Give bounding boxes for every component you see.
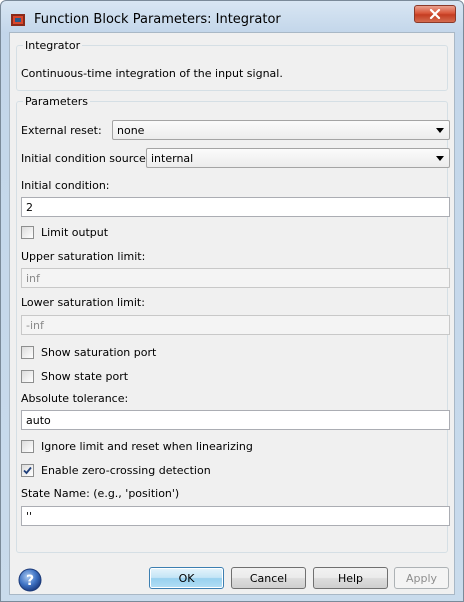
ic-source-dropdown[interactable]: internal — [146, 148, 450, 168]
initial-condition-field[interactable] — [21, 197, 450, 217]
upper-limit-label: Upper saturation limit: — [21, 250, 146, 263]
ignore-limit-checkbox[interactable] — [21, 440, 34, 453]
zero-crossing-label: Enable zero-crossing detection — [41, 464, 211, 477]
checkmark-icon — [23, 466, 32, 475]
show-state-port-row[interactable]: Show state port — [21, 369, 221, 385]
chevron-down-icon — [436, 128, 444, 133]
state-name-field[interactable] — [21, 506, 450, 526]
absolute-tolerance-input[interactable] — [22, 411, 449, 429]
external-reset-dropdown[interactable]: none — [112, 120, 450, 140]
upper-limit-input[interactable] — [22, 269, 449, 287]
close-icon — [429, 9, 441, 19]
parameters-group-title: Parameters — [23, 95, 90, 108]
external-reset-label: External reset: — [21, 124, 102, 137]
zero-crossing-checkbox[interactable] — [21, 464, 34, 477]
limit-output-row[interactable]: Limit output — [21, 225, 221, 241]
absolute-tolerance-field[interactable] — [21, 410, 450, 430]
parameters-group: Parameters External reset: none Initial … — [16, 95, 450, 553]
zero-crossing-row[interactable]: Enable zero-crossing detection — [21, 463, 281, 479]
upper-limit-field[interactable] — [21, 268, 450, 288]
svg-text:?: ? — [26, 573, 34, 589]
external-reset-value: none — [117, 124, 145, 137]
dialog-window: Function Block Parameters: Integrator In… — [0, 0, 464, 602]
block-description-group: Integrator Continuous-time integration o… — [16, 39, 448, 91]
show-saturation-port-label: Show saturation port — [41, 346, 157, 359]
window-title: Function Block Parameters: Integrator — [34, 12, 281, 27]
block-description: Continuous-time integration of the input… — [21, 67, 283, 80]
state-name-input[interactable] — [22, 507, 449, 525]
show-saturation-port-row[interactable]: Show saturation port — [21, 345, 221, 361]
initial-condition-label: Initial condition: — [21, 179, 110, 192]
limit-output-checkbox[interactable] — [21, 226, 34, 239]
close-button[interactable] — [414, 5, 456, 23]
ok-button[interactable]: OK — [149, 567, 224, 589]
limit-output-label: Limit output — [41, 226, 109, 239]
apply-button[interactable]: Apply — [394, 567, 449, 589]
show-state-port-label: Show state port — [41, 370, 129, 383]
ic-source-value: internal — [151, 152, 194, 165]
help-icon[interactable]: ? — [18, 568, 42, 592]
lower-limit-label: Lower saturation limit: — [21, 296, 145, 309]
absolute-tolerance-label: Absolute tolerance: — [21, 392, 129, 405]
ignore-limit-label: Ignore limit and reset when linearizing — [41, 440, 253, 453]
initial-condition-input[interactable] — [22, 198, 449, 216]
block-group-title: Integrator — [23, 39, 83, 52]
simulink-block-icon — [10, 12, 26, 28]
cancel-button[interactable]: Cancel — [231, 567, 306, 589]
dialog-body: Integrator Continuous-time integration o… — [9, 32, 455, 595]
title-bar[interactable]: Function Block Parameters: Integrator — [1, 1, 463, 35]
state-name-label: State Name: (e.g., 'position') — [21, 487, 180, 500]
lower-limit-input[interactable] — [22, 316, 449, 334]
ignore-limit-row[interactable]: Ignore limit and reset when linearizing — [21, 439, 341, 455]
lower-limit-field[interactable] — [21, 315, 450, 335]
show-saturation-port-checkbox[interactable] — [21, 346, 34, 359]
chevron-down-icon — [436, 156, 444, 161]
show-state-port-checkbox[interactable] — [21, 370, 34, 383]
ic-source-label: Initial condition source: — [21, 152, 150, 165]
help-button[interactable]: Help — [313, 567, 388, 589]
